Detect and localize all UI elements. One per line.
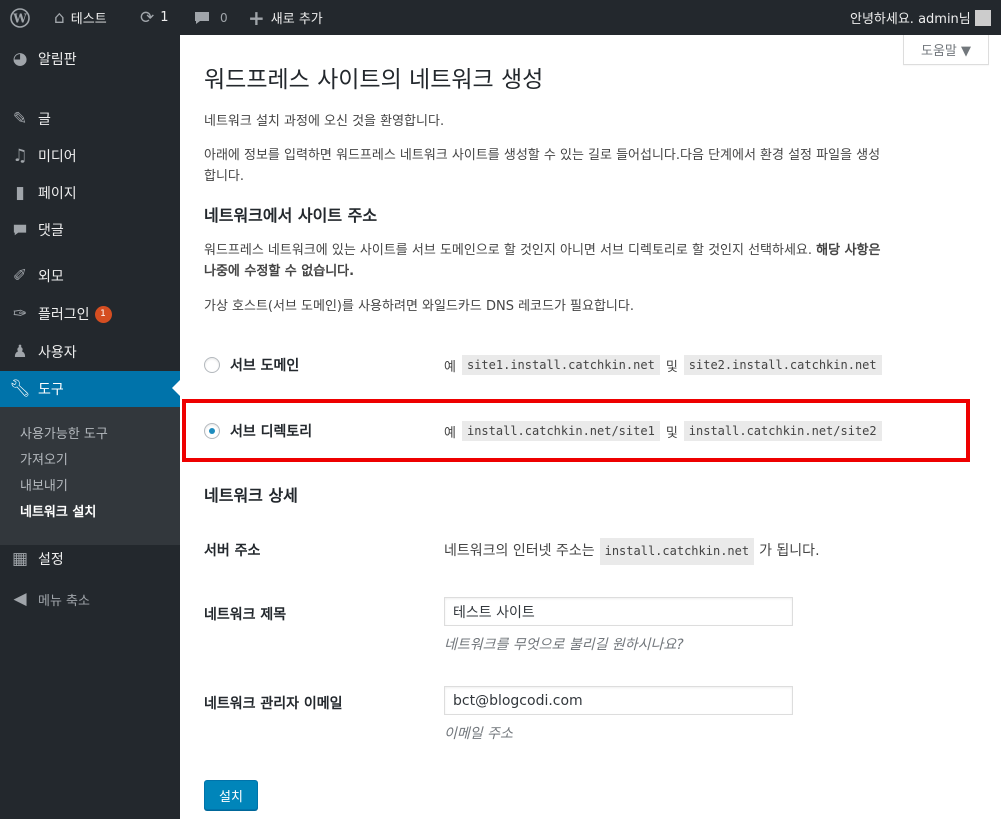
addresses-heading: 네트워크에서 사이트 주소: [204, 206, 378, 225]
plus-icon: +: [248, 5, 265, 30]
menu-item-pages[interactable]: ▮ 페이지: [0, 176, 180, 210]
addresses-description: 워드프레스 네트워크에 있는 사이트를 서브 도메인으로 할 것인지 아니면 서…: [204, 240, 994, 261]
updates-link[interactable]: ⟳ 1: [140, 0, 169, 35]
comment-icon: [2, 223, 38, 237]
admin-bar: W ⌂ 테스트 ⟳ 1 0 + 새로 추가 안녕하세요. admin님: [0, 0, 1001, 35]
menu-item-media[interactable]: ♫ 미디어: [0, 139, 180, 173]
subdomain-label: 서브 도메인: [230, 358, 300, 374]
collapse-label: 메뉴 축소: [38, 593, 90, 609]
server-address-suffix: 가 됩니다.: [759, 543, 820, 559]
menu-item-label: 플러그인: [38, 307, 90, 323]
svg-text:W: W: [12, 11, 27, 25]
menu-item-label: 사용자: [38, 345, 77, 361]
media-icon: ♫: [12, 146, 28, 166]
comments-link[interactable]: 0: [194, 0, 228, 35]
collapse-arrow-icon: ◀: [13, 589, 27, 609]
example-prefix: 예: [444, 359, 456, 375]
server-address-label: 서버 주소: [204, 543, 261, 559]
example-joiner: 및: [665, 359, 678, 375]
menu-item-label: 설정: [38, 552, 64, 568]
subdomain-radio[interactable]: [204, 357, 220, 373]
subdomain-example: 예 site1.install.catchkin.net 및 site2.ins…: [444, 355, 888, 375]
subdomain-example-1: site1.install.catchkin.net: [461, 355, 660, 375]
welcome-text: 네트워크 설치 과정에 오신 것을 환영합니다.: [204, 114, 445, 129]
menu-item-tools[interactable]: 🔧︎ 도구: [0, 371, 180, 407]
addresses-description-text: 워드프레스 네트워크에 있는 사이트를 서브 도메인으로 할 것인지 아니면 서…: [204, 243, 817, 258]
addresses-warning-line2: 나중에 수정할 수 없습니다.: [204, 261, 354, 282]
red-highlight-box: [182, 399, 970, 462]
menu-item-settings[interactable]: ▦ 설정: [0, 542, 180, 576]
site-name: 테스트: [70, 12, 107, 27]
updates-icon: ⟳: [140, 7, 155, 28]
menu-item-label: 글: [38, 112, 51, 128]
dashboard-icon: ◕: [12, 49, 28, 69]
avatar: [974, 9, 991, 26]
menu-item-plugins[interactable]: ✑ 플러그인 1: [0, 297, 180, 331]
subdomain-example-2: site2.install.catchkin.net: [683, 355, 882, 375]
collapse-menu-button[interactable]: ◀ 메뉴 축소: [0, 582, 180, 616]
admin-email-input[interactable]: bct@blogcodi.com: [444, 686, 793, 715]
submenu-available-tools[interactable]: 사용가능한 도구: [20, 423, 108, 442]
intro-text-line1: 아래에 정보를 입력하면 워드프레스 네트워크 사이트를 생성할 수 있는 길로…: [204, 148, 881, 163]
greeting-text: 안녕하세요. admin님: [850, 12, 971, 27]
help-tab-button[interactable]: 도움말 ▼: [903, 35, 989, 65]
plugin-icon: ✑: [12, 304, 28, 324]
menu-item-label: 외모: [38, 269, 64, 285]
network-title-input[interactable]: 테스트 사이트: [444, 597, 793, 626]
new-content-label: 새로 추가: [270, 12, 323, 27]
site-name-link[interactable]: ⌂ 테스트: [54, 0, 107, 35]
appearance-icon: ✐: [12, 266, 28, 286]
menu-item-comments[interactable]: 댓글: [0, 213, 180, 247]
admin-email-description: 이메일 주소: [444, 726, 513, 742]
network-details-heading: 네트워크 상세: [204, 486, 298, 505]
menu-item-label: 미디어: [38, 149, 77, 165]
updates-count: 1: [160, 10, 169, 25]
plugin-update-badge: 1: [94, 305, 112, 323]
settings-icon: ▦: [11, 549, 29, 569]
menu-item-posts[interactable]: ✎ 글: [0, 102, 180, 136]
server-address-prefix: 네트워크의 인터넷 주소는: [444, 543, 595, 559]
intro-text-line2: 합니다.: [204, 169, 245, 184]
user-icon: ♟: [12, 342, 28, 362]
menu-item-appearance[interactable]: ✐ 외모: [0, 259, 180, 293]
admin-email-label: 네트워크 관리자 이메일: [204, 696, 343, 712]
page-title: 워드프레스 사이트의 네트워크 생성: [204, 67, 544, 93]
wordpress-logo[interactable]: W: [10, 0, 36, 35]
my-account-link[interactable]: 안녕하세요. admin님: [850, 0, 991, 35]
network-title-description: 네트워크를 무엇으로 불리길 원하시나요?: [444, 637, 684, 653]
menu-item-users[interactable]: ♟ 사용자: [0, 335, 180, 369]
comments-count: 0: [220, 10, 228, 25]
install-button[interactable]: 설치: [204, 780, 258, 810]
wildcard-note: 가상 호스트(서브 도메인)를 사용하려면 와일드카드 DNS 레코드가 필요합…: [204, 299, 634, 314]
subdomain-option[interactable]: 서브 도메인 예 site1.install.catchkin.net 및 si…: [204, 350, 964, 380]
network-title-label: 네트워크 제목: [204, 607, 287, 623]
menu-item-dashboard[interactable]: ◕ 알림판: [0, 42, 180, 76]
new-content-link[interactable]: + 새로 추가: [248, 0, 323, 35]
wrench-icon: 🔧︎: [9, 379, 31, 399]
tools-submenu: 사용가능한 도구 가져오기 내보내기 네트워크 설치: [0, 407, 180, 545]
wordpress-logo-icon: W: [10, 7, 30, 28]
addresses-warning-bold-line2: 나중에 수정할 수 없습니다.: [204, 264, 355, 279]
page-icon: ▮: [15, 183, 25, 203]
home-icon: ⌂: [54, 7, 65, 28]
submenu-network-setup[interactable]: 네트워크 설치: [20, 501, 96, 520]
menu-item-label: 페이지: [38, 186, 77, 202]
server-address-value: install.catchkin.net: [599, 538, 755, 565]
menu-item-label: 댓글: [38, 223, 64, 239]
addresses-warning-bold: 해당 사항은: [816, 243, 881, 258]
menu-item-label: 알림판: [38, 52, 77, 68]
pin-icon: ✎: [12, 109, 28, 129]
submenu-export[interactable]: 내보내기: [20, 475, 68, 494]
admin-sidebar: ◕ 알림판 ✎ 글 ♫ 미디어 ▮ 페이지 댓글 ✐ 외모 ✑ 플러그인 1 ♟…: [0, 35, 180, 819]
submenu-import[interactable]: 가져오기: [20, 449, 68, 468]
menu-item-label: 도구: [38, 382, 64, 398]
comment-bubble-icon: [194, 10, 210, 26]
server-address-text: 네트워크의 인터넷 주소는 install.catchkin.net 가 됩니다…: [444, 538, 820, 565]
